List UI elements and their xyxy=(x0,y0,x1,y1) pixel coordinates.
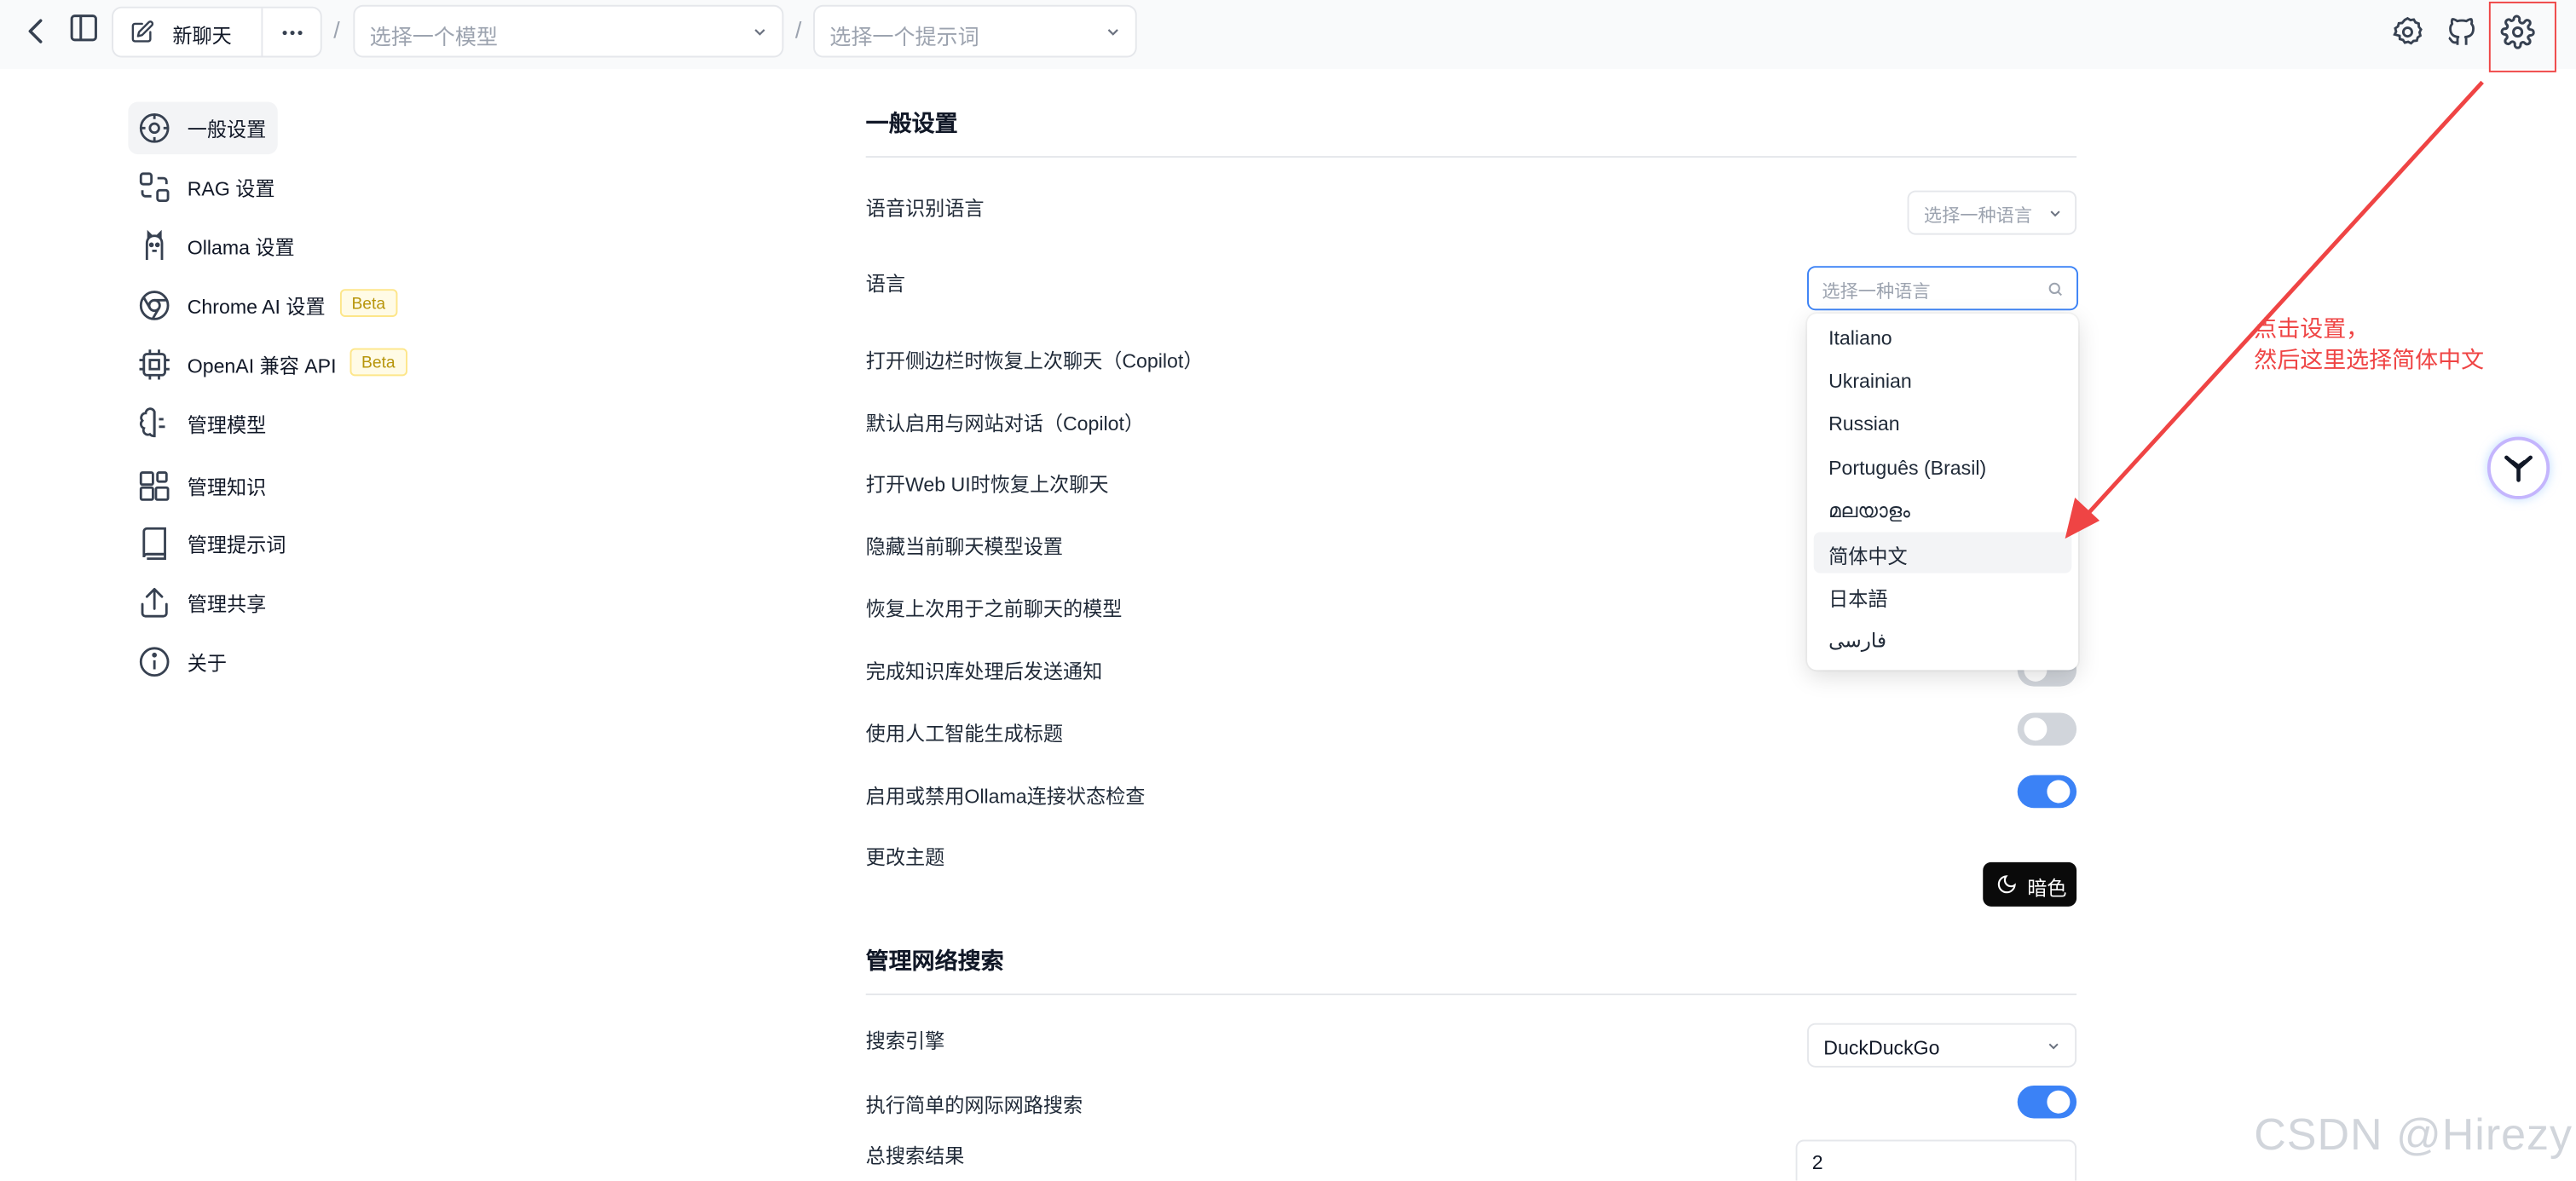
assistant-logo-icon xyxy=(2500,450,2536,486)
watermark: CSDN @Hirezy xyxy=(2254,1109,2573,1160)
annotation-arrow xyxy=(2065,80,2484,539)
annotation-text: 然后这里选择简体中文 xyxy=(2254,346,2485,373)
annotation-text: 点击设置， xyxy=(2254,315,2370,342)
assistant-float-button[interactable] xyxy=(2486,436,2550,499)
